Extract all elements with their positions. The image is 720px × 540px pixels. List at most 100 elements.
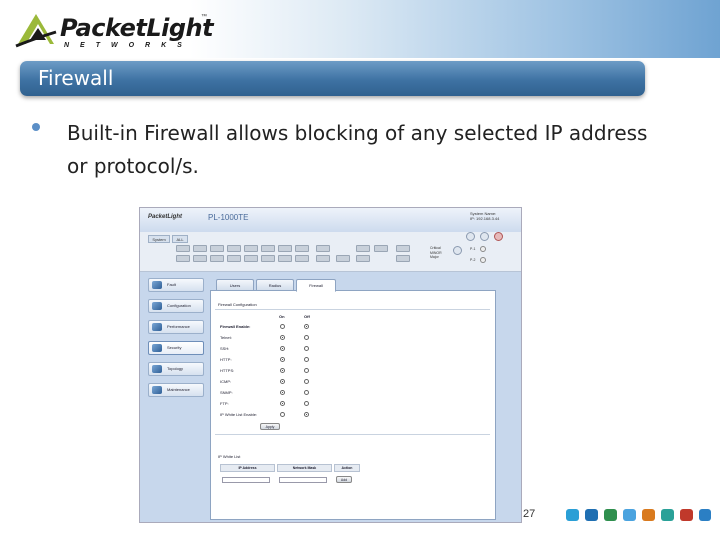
led[interactable] (356, 245, 370, 252)
configuration-icon (152, 302, 162, 310)
led[interactable] (278, 255, 292, 262)
firewall-enable-off-radio[interactable] (304, 324, 309, 329)
row-firewall-enable-label: Firewall Enable: (220, 324, 251, 329)
firewall-enable-on-radio[interactable] (280, 324, 285, 329)
logout-icon[interactable] (494, 232, 503, 241)
column-on: On (279, 314, 285, 319)
deco-square-icon (623, 509, 636, 521)
alarm-critical: Critical (430, 246, 441, 250)
security-icon (152, 344, 162, 352)
port-p1-icon[interactable] (480, 246, 486, 252)
led[interactable] (261, 255, 275, 262)
led[interactable] (295, 245, 309, 252)
nav-configuration[interactable]: Configuration (148, 299, 204, 313)
section-divider (215, 309, 490, 310)
ftp-off-radio[interactable] (304, 401, 309, 406)
ftp-on-radio[interactable] (280, 401, 285, 406)
led[interactable] (261, 245, 275, 252)
logo-mark-icon (15, 14, 57, 48)
packetlight-logo: PacketLight ™ NETWORKS (14, 10, 214, 54)
led[interactable] (244, 255, 258, 262)
tab-firewall[interactable]: Firewall (296, 279, 336, 292)
bullet-text: Built-in Firewall allows blocking of any… (67, 121, 648, 178)
led[interactable] (210, 245, 224, 252)
logo-subtitle: NETWORKS (64, 42, 193, 49)
led[interactable] (356, 255, 370, 262)
alarm-major: Major (430, 255, 439, 259)
http-off-radio[interactable] (304, 357, 309, 362)
led[interactable] (396, 245, 410, 252)
nav-configuration-label: Configuration (167, 303, 191, 308)
nav-topology-label: Topology (167, 366, 184, 371)
icmp-on-radio[interactable] (280, 379, 285, 384)
help-icon[interactable] (480, 232, 489, 241)
led[interactable] (374, 245, 388, 252)
screenshot-header: PacketLight PL-1000TE System Name: IP: 1… (140, 208, 521, 232)
row-ip-white-list-label: IP White List Enable: (220, 412, 258, 417)
icmp-off-radio[interactable] (304, 379, 309, 384)
slide-title: Firewall (38, 66, 114, 90)
snmp-off-radio[interactable] (304, 390, 309, 395)
led[interactable] (193, 245, 207, 252)
ip-white-list-off-radio[interactable] (304, 412, 309, 417)
port-p2-label: P-2 (470, 258, 476, 262)
network-mask-input[interactable] (279, 477, 327, 483)
nav-topology[interactable]: Topology (148, 362, 204, 376)
menu-all[interactable]: ALL (172, 235, 188, 243)
led[interactable] (244, 245, 258, 252)
port-p2-icon[interactable] (480, 257, 486, 263)
section-divider (215, 434, 490, 435)
fault-icon (152, 281, 162, 289)
control-button[interactable] (453, 246, 462, 255)
ssh-on-radio[interactable] (280, 346, 285, 351)
menu-system[interactable]: System (148, 235, 170, 243)
https-off-radio[interactable] (304, 368, 309, 373)
led[interactable] (176, 255, 190, 262)
led[interactable] (176, 245, 190, 252)
nav-fault[interactable]: Fault (148, 278, 204, 292)
led[interactable] (210, 255, 224, 262)
performance-icon (152, 323, 162, 331)
ssh-off-radio[interactable] (304, 346, 309, 351)
row-https-label: HTTPS: (220, 368, 235, 373)
telnet-on-radio[interactable] (280, 335, 285, 340)
nav-performance-label: Performance (167, 324, 190, 329)
http-on-radio[interactable] (280, 357, 285, 362)
deco-square-icon (642, 509, 655, 521)
nav-security[interactable]: Security (148, 341, 204, 355)
row-ftp-label: FTP: (220, 401, 229, 406)
section-title: Firewall Configuration (218, 302, 257, 307)
add-button[interactable]: Add (336, 476, 352, 483)
led[interactable] (396, 255, 410, 262)
deco-square-icon (566, 509, 579, 521)
bullet-dot-icon (32, 123, 40, 131)
snmp-on-radio[interactable] (280, 390, 285, 395)
nav-maintenance[interactable]: Maintenance (148, 383, 204, 397)
nav-security-label: Security (167, 345, 182, 350)
led[interactable] (316, 255, 330, 262)
led[interactable] (193, 255, 207, 262)
led[interactable] (316, 245, 330, 252)
col-network-mask: Network Mask (277, 464, 332, 472)
row-ssh-label: SSH: (220, 346, 230, 351)
led[interactable] (227, 245, 241, 252)
led[interactable] (278, 245, 292, 252)
telnet-off-radio[interactable] (304, 335, 309, 340)
column-off: Off (304, 314, 310, 319)
led[interactable] (336, 255, 350, 262)
led[interactable] (295, 255, 309, 262)
led[interactable] (227, 255, 241, 262)
apply-button[interactable]: Apply (260, 423, 280, 430)
ip-white-list-on-radio[interactable] (280, 412, 285, 417)
row-icmp-label: ICMP: (220, 379, 232, 384)
alarm-indicators: Critical MINOR Major (430, 246, 442, 260)
nav-performance[interactable]: Performance (148, 320, 204, 334)
logo-name: PacketLight (60, 14, 214, 42)
deco-square-icon (680, 509, 693, 521)
refresh-icon[interactable] (466, 232, 475, 241)
https-on-radio[interactable] (280, 368, 285, 373)
col-ip-address: IP Address (220, 464, 275, 472)
ip-address-input[interactable] (222, 477, 270, 483)
row-telnet-label: Telnet: (220, 335, 232, 340)
topology-icon (152, 365, 162, 373)
